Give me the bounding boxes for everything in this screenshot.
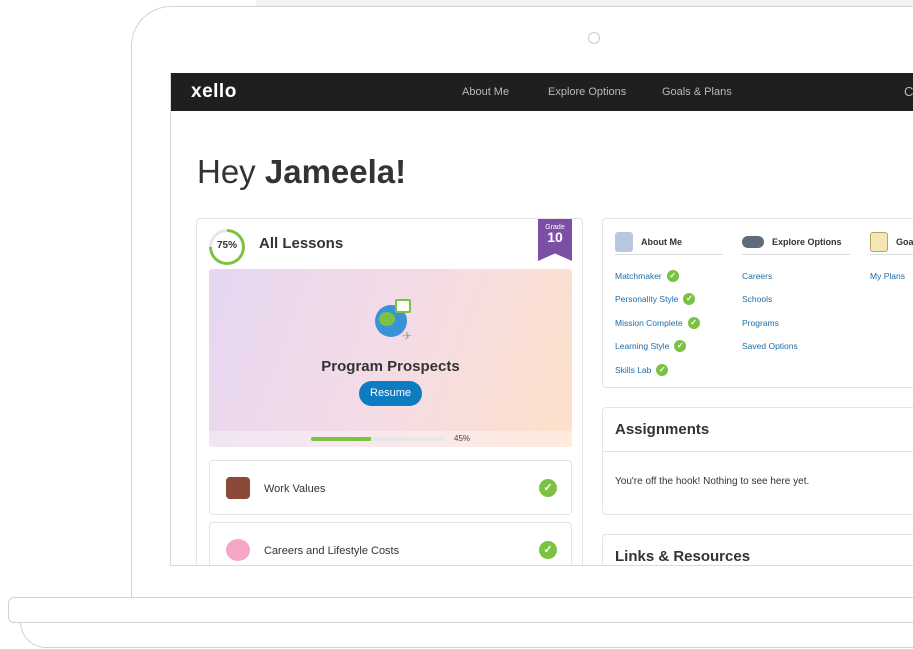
item-label: Personality Style	[615, 294, 679, 305]
lesson-row[interactable]: Careers and Lifestyle Costs ✓	[209, 522, 572, 565]
list-item[interactable]: My Plans	[870, 264, 913, 288]
column-title: Explore Options	[772, 236, 842, 247]
list-item[interactable]: Personality Style ✓	[615, 288, 723, 312]
list-item[interactable]: Schools	[742, 288, 850, 312]
column-title: Goal	[896, 236, 913, 247]
check-icon: ✓	[674, 340, 687, 353]
nav-explore-options[interactable]: Explore Options	[548, 86, 626, 98]
links-resources-title: Links & Resources	[603, 535, 913, 565]
checklist-icon	[870, 231, 888, 252]
list-item[interactable]: Saved Options	[742, 335, 850, 359]
greeting-name: Jameela!	[264, 153, 407, 190]
assignments-panel: Assignments You're off the hook! Nothing…	[602, 407, 913, 515]
list-item[interactable]: Careers	[742, 264, 850, 288]
item-label: Matchmaker	[615, 270, 662, 281]
item-label: Learning Style	[615, 341, 670, 352]
assignments-title: Assignments	[603, 408, 913, 452]
about-me-header[interactable]: About Me	[615, 231, 723, 255]
progress-bar-fill	[311, 437, 371, 441]
about-me-list: Matchmaker ✓ Personality Style ✓ Mission C…	[615, 264, 723, 382]
item-label: Skills Lab	[615, 364, 652, 375]
explore-options-header[interactable]: Explore Options	[742, 231, 850, 255]
grade-number: 10	[547, 229, 563, 245]
goals-list: My Plans	[870, 264, 913, 288]
item-label: Schools	[742, 294, 773, 305]
list-item[interactable]: Mission Complete ✓	[615, 311, 723, 335]
grade-ribbon: Grade 10	[538, 219, 572, 261]
progress-bar	[311, 437, 444, 441]
explore-options-list: Careers Schools Programs Saved Options	[742, 264, 850, 358]
check-icon: ✓	[666, 269, 679, 282]
item-label: Programs	[742, 317, 779, 328]
lesson-label: Work Values	[264, 483, 326, 495]
top-nav: xello About Me Explore Options Goals & P…	[171, 73, 913, 111]
featured-lesson-title: Program Prospects	[321, 358, 460, 375]
person-figure-icon	[615, 231, 633, 252]
nav-extra-item[interactable]: C	[904, 84, 913, 99]
item-label: Mission Complete	[615, 317, 683, 328]
lesson-row[interactable]: Work Values ✓	[209, 460, 572, 515]
assignments-empty-text: You're off the hook! Nothing to see here…	[615, 476, 810, 487]
laptop-base	[8, 597, 913, 623]
featured-lesson[interactable]: ✈ Program Prospects Resume 45%	[209, 269, 572, 447]
lessons-card: 75% All Lessons Grade 10 ✈ Program Prosp…	[196, 218, 583, 565]
lesson-label: Careers and Lifestyle Costs	[264, 545, 400, 557]
links-resources-panel: Links & Resources	[602, 534, 913, 565]
nav-goals-plans[interactable]: Goals & Plans	[662, 86, 732, 98]
progress-percent: 75%	[216, 240, 237, 251]
app-logo[interactable]: xello	[191, 81, 237, 103]
list-item[interactable]: Skills Lab ✓	[615, 358, 723, 382]
book-icon	[395, 299, 411, 313]
list-item[interactable]: Programs	[742, 311, 850, 335]
explore-options-column: Explore Options Careers Schools Programs…	[742, 231, 850, 358]
airplane-icon: ✈	[402, 329, 413, 343]
resume-button[interactable]: Resume	[359, 381, 422, 406]
check-icon: ✓	[687, 316, 700, 329]
quick-links-panel: About Me Matchmaker ✓ Personality Style ✓ …	[602, 218, 913, 388]
check-icon: ✓	[539, 479, 557, 497]
column-title: About Me	[641, 236, 682, 247]
page-greeting: Hey Jameela!	[197, 153, 406, 191]
progress-label: 45%	[454, 434, 471, 443]
piggy-bank-icon	[226, 539, 250, 561]
goals-header[interactable]: Goal	[870, 231, 913, 255]
check-icon: ✓	[656, 363, 669, 376]
list-item[interactable]: Learning Style ✓	[615, 335, 723, 359]
check-icon: ✓	[683, 293, 696, 306]
lesson-progress: 45%	[209, 431, 572, 447]
laptop-base-edge	[20, 622, 913, 648]
binoculars-icon	[742, 235, 764, 248]
nav-about-me[interactable]: About Me	[462, 86, 509, 98]
app-screen: xello About Me Explore Options Goals & P…	[170, 73, 913, 566]
camera-icon	[588, 32, 600, 44]
goals-column: Goal My Plans	[870, 231, 913, 288]
list-item[interactable]: Matchmaker ✓	[615, 264, 723, 288]
item-label: Careers	[742, 270, 773, 281]
item-label: My Plans	[870, 270, 905, 281]
briefcase-icon	[226, 477, 250, 499]
greeting-prefix: Hey	[197, 153, 265, 190]
check-icon: ✓	[539, 541, 557, 559]
lessons-title[interactable]: All Lessons	[259, 235, 343, 252]
about-me-column: About Me Matchmaker ✓ Personality Style ✓ …	[615, 231, 723, 382]
item-label: Saved Options	[742, 341, 798, 352]
